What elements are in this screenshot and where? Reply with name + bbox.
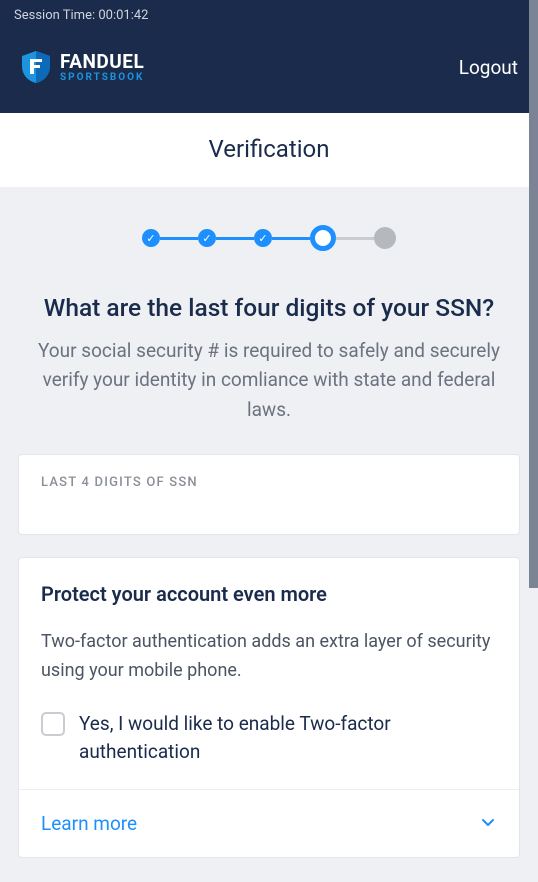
- shield-icon: [20, 49, 52, 85]
- main-content: ✓ ✓ ✓ What are the last four digits of y…: [0, 187, 538, 858]
- brand-name: FANDUEL: [60, 52, 144, 71]
- two-factor-title: Protect your account even more: [41, 582, 497, 606]
- check-icon: ✓: [202, 233, 211, 244]
- brand-subname: SPORTSBOOK: [60, 73, 144, 83]
- learn-more-row[interactable]: Learn more: [19, 789, 519, 857]
- session-time-bar: Session Time: 00:01:42: [0, 0, 538, 31]
- two-factor-checkbox-row[interactable]: Yes, I would like to enable Two-factor a…: [41, 710, 497, 767]
- page-title: Verification: [0, 135, 538, 163]
- page-title-bar: Verification: [0, 113, 538, 187]
- two-factor-checkbox-label: Yes, I would like to enable Two-factor a…: [79, 710, 497, 767]
- form-description: Your social security # is required to sa…: [18, 336, 520, 424]
- two-factor-description: Two-factor authentication adds an extra …: [41, 628, 497, 686]
- step-line: [216, 237, 254, 240]
- brand-logo[interactable]: FANDUEL SPORTSBOOK: [20, 49, 144, 85]
- step-1-done: ✓: [142, 229, 160, 247]
- learn-more-text: Learn more: [41, 812, 137, 835]
- vertical-scrollbar[interactable]: [529, 0, 538, 588]
- session-time-text: Session Time: 00:01:42: [14, 8, 148, 23]
- step-line: [272, 237, 310, 240]
- check-icon: ✓: [258, 233, 267, 244]
- ssn-input-label: LAST 4 DIGITS OF SSN: [41, 475, 497, 490]
- app-header: FANDUEL SPORTSBOOK Logout: [0, 31, 538, 113]
- step-line: [336, 237, 374, 240]
- chevron-down-icon: [479, 814, 497, 832]
- logout-button[interactable]: Logout: [459, 56, 518, 79]
- step-2-done: ✓: [198, 229, 216, 247]
- step-5-todo: [374, 227, 396, 249]
- two-factor-checkbox[interactable]: [41, 712, 65, 736]
- two-factor-card: Protect your account even more Two-facto…: [18, 557, 520, 858]
- check-icon: ✓: [146, 233, 155, 244]
- step-line: [160, 237, 198, 240]
- brand-text: FANDUEL SPORTSBOOK: [60, 52, 144, 83]
- ssn-input-card[interactable]: LAST 4 DIGITS OF SSN: [18, 454, 520, 535]
- step-4-current: [310, 225, 336, 251]
- step-3-done: ✓: [254, 229, 272, 247]
- progress-stepper: ✓ ✓ ✓: [18, 225, 520, 251]
- form-question: What are the last four digits of your SS…: [18, 293, 520, 322]
